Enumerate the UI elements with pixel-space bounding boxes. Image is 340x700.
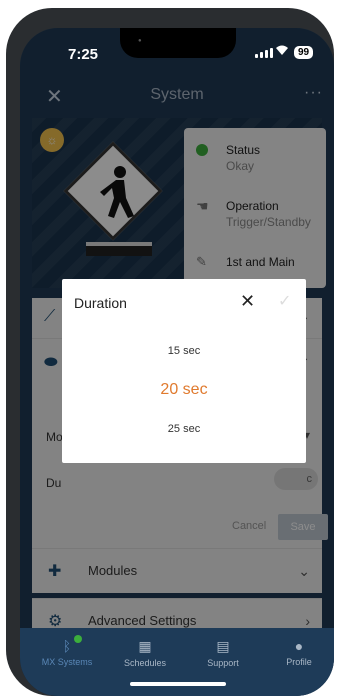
tab-label: Profile (286, 657, 312, 667)
duration-option[interactable]: 15 sec (62, 345, 306, 357)
tab-label: Schedules (123, 658, 167, 668)
home-indicator (130, 682, 226, 686)
wifi-icon (275, 44, 289, 59)
tab-mx-systems[interactable]: ᛒ MX Systems (28, 635, 106, 667)
calendar-icon: ▦ (138, 638, 152, 654)
connected-dot (74, 635, 82, 643)
close-icon[interactable]: ✕ (240, 291, 255, 312)
phone-frame: ● 7:25 99 ✕ System ··· ☼ Status Okay ☚ O… (6, 8, 334, 696)
duration-option[interactable]: 25 sec (62, 423, 306, 435)
dialog-title: Duration (74, 295, 127, 311)
chat-icon: ▤ (216, 638, 230, 654)
battery-indicator: 99 (294, 46, 314, 59)
camera-icon: ● (138, 38, 142, 44)
bluetooth-icon: ᛒ (62, 638, 72, 654)
notch: ● (120, 28, 236, 58)
check-icon[interactable]: ✓ (278, 291, 291, 311)
tab-support[interactable]: ▤ Support (184, 638, 262, 668)
status-time: 7:25 (68, 46, 99, 63)
signal-icon (255, 48, 273, 58)
duration-option-selected[interactable]: 20 sec (62, 381, 306, 399)
person-icon: ● (294, 638, 304, 654)
tab-schedules[interactable]: ▦ Schedules (106, 638, 184, 668)
duration-dialog: Duration ✕ ✓ 15 sec 20 sec 25 sec (62, 279, 306, 463)
tab-label: Support (207, 658, 239, 668)
app-screen: ● 7:25 99 ✕ System ··· ☼ Status Okay ☚ O… (20, 28, 334, 696)
tab-profile[interactable]: ● Profile (260, 638, 334, 667)
tab-label: MX Systems (41, 657, 93, 667)
